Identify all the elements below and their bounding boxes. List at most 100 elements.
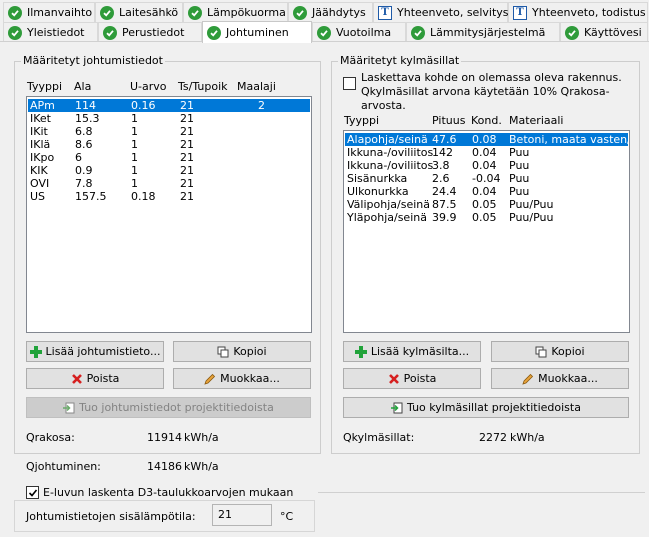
list-item[interactable]: Ikkuna-/oviliitos 3.8 0.04 Puu <box>345 159 628 172</box>
cell-kond: 0.08 <box>472 133 497 146</box>
tab-perustiedot[interactable]: Perustiedot <box>98 22 202 42</box>
list-item[interactable]: US 157.5 0.18 21 <box>28 190 310 203</box>
edit-button[interactable]: Muokkaa... <box>173 368 311 389</box>
indoor-temperature-field[interactable]: 21 <box>212 504 272 526</box>
check-icon <box>565 25 579 40</box>
list-item[interactable]: Sisänurkka 2.6 -0.04 Puu <box>345 172 628 185</box>
add-johtumistieto-button[interactable]: Lisää johtumistieto... <box>26 341 164 362</box>
kylmasillat-list[interactable]: Alapohja/seinä 47.6 0.08 Betoni, maata v… <box>343 130 630 333</box>
cell-u-arvo: 1 <box>131 125 138 138</box>
check-icon <box>8 5 22 20</box>
tab-johtuminen[interactable]: Johtuminen <box>202 21 312 43</box>
tab-label: Vuotoilma <box>336 26 392 39</box>
cell-pituus: 87.5 <box>432 198 457 211</box>
delete-button[interactable]: Poista <box>343 368 481 389</box>
tab-yhteenveto-todistus[interactable]: T Yhteenveto, todistus <box>508 2 648 22</box>
cell-materiaali: Puu <box>509 172 530 185</box>
list-item[interactable]: Ikkuna-/oviliitos 142 0.04 Puu <box>345 146 628 159</box>
col-header-tyyppi: Tyyppi <box>27 80 63 93</box>
cell-tyyppi: Ulkonurkka <box>347 185 409 198</box>
copy-button[interactable]: Kopioi <box>173 341 311 362</box>
check-icon <box>8 25 22 40</box>
qjohtuminen-label: Qjohtuminen: <box>26 460 101 473</box>
list-item[interactable]: KIK 0.9 1 21 <box>28 164 310 177</box>
cell-ts: 21 <box>180 164 194 177</box>
d3-tables-checkbox[interactable] <box>26 486 39 499</box>
group-title: Määritetyt johtumistiedot <box>21 54 165 67</box>
list-item[interactable]: Alapohja/seinä 47.6 0.08 Betoni, maata v… <box>345 133 629 146</box>
tab-label: Perustiedot <box>122 26 185 39</box>
cell-pituus: 142 <box>432 146 453 159</box>
tab-kayttovesi[interactable]: Käyttövesi <box>560 22 648 42</box>
cell-ala: 6 <box>75 151 82 164</box>
list-item[interactable]: APm 114 0.16 21 2 <box>28 99 310 112</box>
tab-row-1: Ilmanvaihto Laitesähkö Lämpökuorma Jäähd… <box>0 2 649 22</box>
existing-building-checkbox[interactable] <box>343 77 356 90</box>
cell-u-arvo: 1 <box>131 164 138 177</box>
cell-ala: 6.8 <box>75 125 93 138</box>
pencil-icon <box>522 373 534 385</box>
copy-button[interactable]: Kopioi <box>491 341 629 362</box>
johtumistiedot-list[interactable]: APm 114 0.16 21 2 IKet 15.3 1 21 IKit 6.… <box>26 96 312 333</box>
list-item[interactable]: OVI 7.8 1 21 <box>28 177 310 190</box>
qkylmasillat-value: 2272 <box>479 431 507 444</box>
delete-button[interactable]: Poista <box>26 368 164 389</box>
cell-tyyppi: IKpo <box>30 151 55 164</box>
col-header-ts-tupoik: Ts/Tupoik <box>178 80 228 93</box>
col-header-maalaji: Maalaji <box>237 80 276 93</box>
tab-lampokuorma[interactable]: Lämpökuorma <box>183 2 288 22</box>
import-johtumistiedot-button[interactable]: Tuo johtumistiedot projektitiedoista <box>26 397 311 418</box>
tab-laitesahko[interactable]: Laitesähkö <box>95 2 183 22</box>
report-t-icon: T <box>513 5 527 20</box>
list-item[interactable]: IKlä 8.6 1 21 <box>28 138 310 151</box>
tab-yleistiedot[interactable]: Yleistiedot <box>3 22 98 42</box>
tab-label: Lämpökuorma <box>207 6 286 19</box>
edit-button[interactable]: Muokkaa... <box>491 368 629 389</box>
report-t-icon: T <box>378 5 392 20</box>
list-item[interactable]: IKit 6.8 1 21 <box>28 125 310 138</box>
cell-materiaali: Puu <box>509 146 530 159</box>
cell-u-arvo: 0.18 <box>131 190 156 203</box>
qrakosa-unit: kWh/a <box>184 431 219 444</box>
list-item[interactable]: IKpo 6 1 21 <box>28 151 310 164</box>
tab-lammitysjarjestelma[interactable]: Lämmitysjärjestelmä <box>406 22 560 42</box>
cell-tyyppi: IKet <box>30 112 51 125</box>
button-label: Muokkaa... <box>538 372 598 385</box>
delete-x-icon <box>388 373 399 384</box>
list-item[interactable]: Yläpohja/seinä 39.9 0.05 Puu/Puu <box>345 211 628 224</box>
cell-pituus: 47.6 <box>432 133 457 146</box>
cell-maalaji: 2 <box>258 99 265 112</box>
check-icon <box>293 5 307 20</box>
import-kylmasillat-button[interactable]: Tuo kylmäsillat projektitiedoista <box>343 397 629 418</box>
cell-tyyppi: Yläpohja/seinä <box>347 211 427 224</box>
cell-pituus: 2.6 <box>432 172 450 185</box>
cell-tyyppi: APm <box>30 99 55 112</box>
add-kylmasilta-button[interactable]: Lisää kylmäsilta... <box>343 341 481 362</box>
list-item[interactable]: Ulkonurkka 24.4 0.04 Puu <box>345 185 628 198</box>
cell-u-arvo: 1 <box>131 177 138 190</box>
qrakosa-value: 11914 <box>147 431 182 444</box>
button-label: Kopioi <box>233 345 267 358</box>
cell-ts: 21 <box>180 112 194 125</box>
tab-label: Käyttövesi <box>584 26 642 39</box>
tab-label: Yleistiedot <box>27 26 85 39</box>
tab-vuotoilma[interactable]: Vuotoilma <box>312 22 406 42</box>
button-label: Kopioi <box>551 345 585 358</box>
button-label: Lisää kylmäsilta... <box>370 345 470 358</box>
temperature-unit: °C <box>280 510 294 523</box>
list-item[interactable]: IKet 15.3 1 21 <box>28 112 310 125</box>
list-item[interactable]: Välipohja/seinä 87.5 0.05 Puu/Puu <box>345 198 628 211</box>
cell-tyyppi: Alapohja/seinä <box>347 133 428 146</box>
tab-yhteenveto-selvitys[interactable]: T Yhteenveto, selvitys <box>373 2 509 22</box>
import-icon <box>391 402 403 413</box>
cell-ala: 157.5 <box>75 190 107 203</box>
copy-icon <box>535 346 547 357</box>
cell-tyyppi: OVI <box>30 177 50 190</box>
qrakosa-label: Qrakosa: <box>26 431 75 444</box>
cell-u-arvo: 1 <box>131 151 138 164</box>
tab-jaahdytys[interactable]: Jäähdytys <box>288 2 373 22</box>
tab-label: Johtuminen <box>226 26 289 39</box>
cell-ts: 21 <box>180 151 194 164</box>
cell-pituus: 24.4 <box>432 185 457 198</box>
tab-ilmanvaihto[interactable]: Ilmanvaihto <box>3 2 95 22</box>
